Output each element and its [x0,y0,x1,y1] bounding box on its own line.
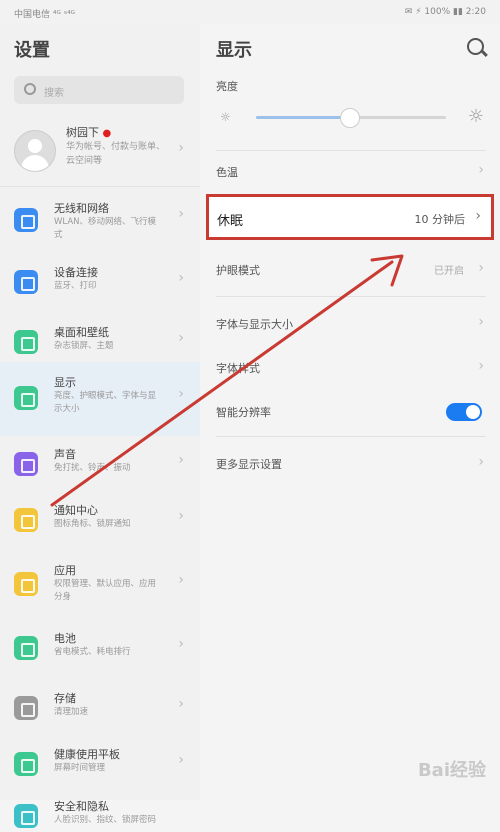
sidebar-item-security[interactable]: 安全和隐私 人脸识别、指纹、锁屏密码 [0,792,200,832]
sidebar-item-digital-balance[interactable]: 健康使用平板 屏幕时间管理 › [0,738,200,792]
search-placeholder: 搜索 [44,88,64,99]
chevron-right-icon: › [478,454,484,470]
security-icon [14,804,38,828]
chevron-right-icon: › [178,330,184,346]
sidebar-item-notifications[interactable]: 通知中心 图标角标、锁屏通知 › [0,494,200,548]
carrier-info: 中国电信 ⁴ᴳ ˢ⁴ᴳ [14,10,76,20]
account-profile[interactable]: 树园下 ● 华为帐号、付款与账单、云空间等 › [0,122,200,200]
chevron-right-icon: › [475,208,481,224]
device-connection-icon [14,270,38,294]
page-title: 显示 [216,40,252,61]
search-input[interactable]: 搜索 [14,76,184,104]
font-style-row[interactable]: 字体样式 › [200,348,500,388]
sidebar-item-storage[interactable]: 存储 清理加速 › [0,680,200,736]
wifi-icon [14,208,38,232]
chevron-right-icon: › [178,572,184,588]
color-temperature-row[interactable]: 色温 › [200,152,500,192]
sidebar-item-battery[interactable]: 电池 省电模式、耗电排行 › [0,620,200,678]
search-icon[interactable] [467,38,484,55]
more-display-settings-row[interactable]: 更多显示设置 › [200,444,500,484]
chevron-right-icon: › [478,162,484,178]
display-settings-pane: 显示 亮度 ☼ ☼ 色温 › 休眠 10 分钟后 › 护眼模式 已开启 › 字体… [200,24,500,800]
chevron-right-icon: › [478,314,484,330]
status-icons: ✉ ⚡ 100% ▮▮ 2:20 [404,7,486,17]
divider [216,436,486,437]
eye-comfort-row[interactable]: 护眼模式 已开启 › [200,250,500,290]
sound-icon [14,452,38,476]
smart-resolution-row: 智能分辨率 [200,392,500,432]
chevron-right-icon: › [178,452,184,468]
digital-balance-icon [14,752,38,776]
chevron-right-icon: › [178,206,184,222]
battery-icon [14,636,38,660]
chevron-right-icon: › [478,358,484,374]
brightness-slider[interactable] [256,108,446,128]
font-size-row[interactable]: 字体与显示大小 › [200,304,500,344]
divider [0,186,200,187]
brightness-label: 亮度 [216,80,238,93]
eye-comfort-status: 已开启 [434,266,464,277]
notification-icon [14,508,38,532]
apps-icon [14,572,38,596]
sidebar-item-device-connection[interactable]: 设备连接 蓝牙、打印 › [0,254,200,310]
chevron-right-icon: › [478,260,484,276]
sidebar-item-sound[interactable]: 声音 免打扰、铃声、振动 › [0,440,200,490]
divider [216,296,486,297]
account-desc: 华为帐号、付款与账单、云空间等 [66,142,166,166]
chevron-right-icon: › [178,508,184,524]
brightness-high-icon: ☼ [467,106,484,127]
sidebar-item-wireless[interactable]: 无线和网络 WLAN、移动网络、飞行模式 › [0,190,200,250]
brightness-low-icon: ☼ [220,110,231,124]
status-bar: 中国电信 ⁴ᴳ ˢ⁴ᴳ ✉ ⚡ 100% ▮▮ 2:20 [0,0,500,24]
account-name: 树园下 ● [66,126,112,139]
chevron-right-icon: › [178,270,184,286]
search-icon [24,83,36,95]
chevron-right-icon: › [178,696,184,712]
chevron-right-icon: › [178,752,184,768]
avatar [14,130,56,172]
settings-sidebar: 设置 搜索 树园下 ● 华为帐号、付款与账单、云空间等 › 无线和网络 WLAN… [0,24,200,828]
wallpaper-icon [14,330,38,354]
sleep-row[interactable]: 休眠 10 分钟后 › [206,194,494,240]
chevron-right-icon: › [178,636,184,652]
sidebar-item-apps[interactable]: 应用 权限管理、默认应用、应用分身 › [0,552,200,618]
divider [216,150,486,151]
chevron-right-icon: › [178,386,184,402]
storage-icon [14,696,38,720]
smart-resolution-toggle[interactable] [446,403,482,421]
display-icon [14,386,38,410]
watermark: Bai经验 [417,760,486,781]
chevron-right-icon: › [178,140,184,156]
sidebar-title: 设置 [14,40,50,61]
sleep-value: 10 分钟后 [414,213,466,226]
sleep-label: 休眠 [217,214,244,229]
brightness-slider-handle[interactable] [340,108,361,128]
sidebar-item-display[interactable]: 显示 亮度、护眼模式、字体与显示大小 › [0,362,200,436]
